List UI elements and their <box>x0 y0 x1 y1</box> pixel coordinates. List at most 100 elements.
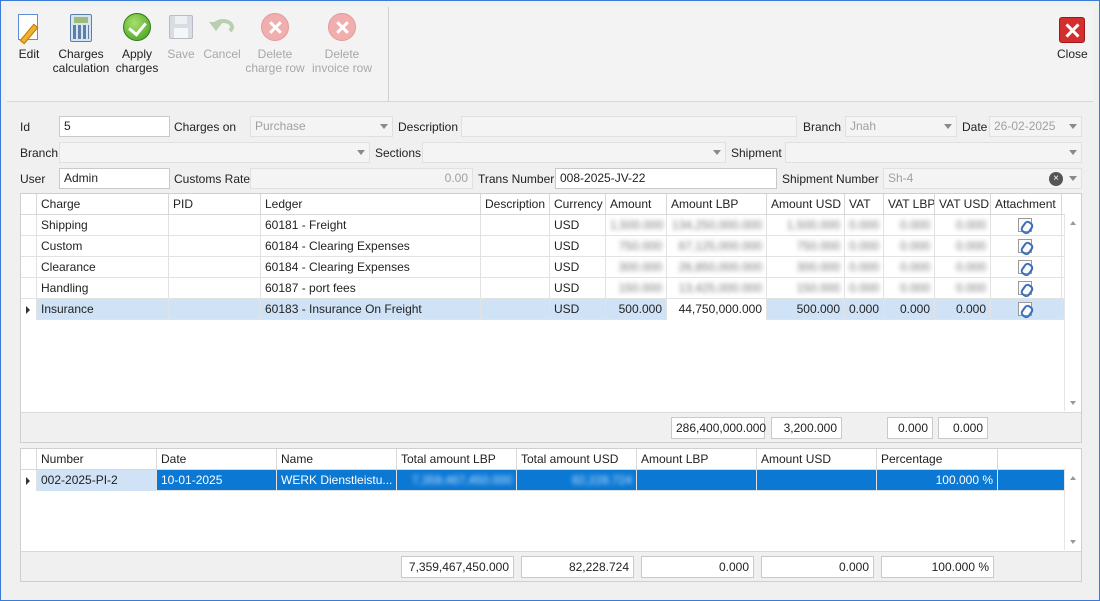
chevron-down-icon <box>380 124 388 129</box>
branch-select[interactable]: Jnah <box>845 116 957 137</box>
col-attachment[interactable]: Attachment <box>991 194 1062 215</box>
save-button[interactable]: Save <box>164 13 198 61</box>
total-invoice-percentage: 100.000 % <box>881 556 994 578</box>
scroll-down-icon[interactable] <box>1070 401 1076 405</box>
total-amount-lbp: 286,400,000.000 <box>671 417 766 439</box>
scroll-down-icon[interactable] <box>1070 540 1076 544</box>
id-field[interactable]: 5 <box>59 116 170 137</box>
edit-icon <box>14 13 44 45</box>
col-ledger[interactable]: Ledger <box>261 194 481 215</box>
delete-invoice-row-button[interactable]: Delete invoice row <box>310 13 374 75</box>
attachment-icon[interactable] <box>1018 260 1032 274</box>
col-amount[interactable]: Amount <box>606 194 667 215</box>
scroll-up-icon[interactable] <box>1070 221 1076 225</box>
table-row[interactable]: Handling 60187 - port fees USD 150.000 1… <box>21 278 1065 299</box>
charges-grid-scrollbar[interactable] <box>1064 215 1081 411</box>
customs-rate-label: Customs Rate <box>174 172 251 186</box>
chevron-down-icon <box>1069 124 1077 129</box>
col-vat-lbp[interactable]: VAT LBP <box>884 194 935 215</box>
close-button[interactable]: Close <box>1057 17 1088 61</box>
sections-label: Sections <box>375 146 422 160</box>
cancel-button[interactable]: Cancel <box>202 13 242 61</box>
user-field[interactable]: Admin <box>59 168 170 189</box>
row-indicator-icon <box>26 477 30 485</box>
save-icon <box>169 15 193 39</box>
col-total-amount-lbp[interactable]: Total amount LBP <box>397 449 517 470</box>
edit-button[interactable]: Edit <box>11 13 47 61</box>
shipment-select[interactable] <box>785 142 1082 163</box>
toolbar-separator <box>388 7 389 102</box>
scroll-up-icon[interactable] <box>1070 476 1076 480</box>
table-row[interactable]: Clearance 60184 - Clearing Expenses USD … <box>21 257 1065 278</box>
table-row-selected[interactable]: 002-2025-PI-2 10-01-2025 WERK Dienstleis… <box>21 470 1065 491</box>
col-currency[interactable]: Currency <box>550 194 606 215</box>
branch-label: Branch <box>803 120 842 134</box>
shipment-number-label: Shipment Number <box>782 172 879 186</box>
table-row[interactable]: Shipping 60181 - Freight USD 1,500.000 1… <box>21 215 1065 236</box>
invoice-grid-scrollbar[interactable] <box>1064 470 1081 550</box>
total-vat-lbp: 0.000 <box>887 417 933 439</box>
apply-charges-button[interactable]: Apply charges <box>115 13 159 75</box>
invoice-grid-header: Number Date Name Total amount LBP Total … <box>21 449 1065 470</box>
charges-on-label: Charges on <box>174 120 237 134</box>
chevron-down-icon <box>713 150 721 155</box>
invoice-grid: Number Date Name Total amount LBP Total … <box>20 448 1082 582</box>
total-invoice-amount-usd: 0.000 <box>761 556 874 578</box>
charges-window: Edit Charges calculation Apply charges S… <box>0 0 1100 601</box>
col-number[interactable]: Number <box>37 449 157 470</box>
attachment-icon[interactable] <box>1018 302 1032 316</box>
col-name[interactable]: Name <box>277 449 397 470</box>
date-picker[interactable]: 26-02-2025 <box>989 116 1082 137</box>
shipment-label: Shipment <box>731 146 782 160</box>
col-vat[interactable]: VAT <box>845 194 884 215</box>
undo-icon <box>207 13 237 43</box>
total-invoice-usd: 82,228.724 <box>521 556 634 578</box>
col-amount-lbp[interactable]: Amount LBP <box>667 194 767 215</box>
total-amount-usd: 3,200.000 <box>771 417 842 439</box>
chevron-down-icon <box>1069 176 1077 181</box>
description-label: Description <box>398 120 459 134</box>
col-percentage[interactable]: Percentage <box>877 449 998 470</box>
total-invoice-amount-lbp: 0.000 <box>641 556 754 578</box>
branch2-label: Branch <box>20 146 59 160</box>
clear-icon[interactable]: × <box>1049 172 1063 186</box>
trans-number-field[interactable]: 008-2025-JV-22 <box>555 168 777 189</box>
charges-grid-header: Charge PID Ledger Description Currency A… <box>21 194 1065 215</box>
col-total-amount-usd[interactable]: Total amount USD <box>517 449 637 470</box>
col-date[interactable]: Date <box>157 449 277 470</box>
user-label: User <box>20 172 46 186</box>
total-invoice-lbp: 7,359,467,450.000 <box>401 556 514 578</box>
delete-icon <box>328 13 356 41</box>
col-pid[interactable]: PID <box>169 194 261 215</box>
chevron-down-icon <box>1069 150 1077 155</box>
charges-on-select[interactable]: Purchase <box>250 116 393 137</box>
attachment-icon[interactable] <box>1018 281 1032 295</box>
check-icon <box>123 13 151 41</box>
col-charge[interactable]: Charge <box>37 194 169 215</box>
customs-rate-field[interactable]: 0.00 <box>250 168 473 189</box>
toolbar: Edit Charges calculation Apply charges S… <box>7 7 1093 102</box>
row-indicator-icon <box>26 306 30 314</box>
chevron-down-icon <box>357 150 365 155</box>
chevron-down-icon <box>944 124 952 129</box>
col-vat-usd[interactable]: VAT USD <box>935 194 991 215</box>
close-icon <box>1059 17 1086 43</box>
col-amount-usd[interactable]: Amount USD <box>757 449 877 470</box>
shipment-number-select[interactable]: Sh-4 × <box>883 168 1082 189</box>
sections-select[interactable] <box>422 142 726 163</box>
table-row[interactable]: Custom 60184 - Clearing Expenses USD 750… <box>21 236 1065 257</box>
delete-charge-row-button[interactable]: Delete charge row <box>243 13 307 75</box>
charges-calculation-button[interactable]: Charges calculation <box>51 13 111 75</box>
branch2-select[interactable] <box>59 142 370 163</box>
table-row-selected[interactable]: Insurance 60183 - Insurance On Freight U… <box>21 299 1065 320</box>
col-amount-lbp[interactable]: Amount LBP <box>637 449 757 470</box>
charges-grid-totals: 286,400,000.000 3,200.000 0.000 0.000 <box>21 412 1081 442</box>
delete-icon <box>261 13 289 41</box>
attachment-icon[interactable] <box>1018 239 1032 253</box>
calculator-icon <box>66 13 96 43</box>
attachment-icon[interactable] <box>1018 218 1032 232</box>
col-amount-usd[interactable]: Amount USD <box>767 194 845 215</box>
description-field[interactable] <box>461 116 797 137</box>
total-vat-usd: 0.000 <box>938 417 988 439</box>
col-description[interactable]: Description <box>481 194 550 215</box>
